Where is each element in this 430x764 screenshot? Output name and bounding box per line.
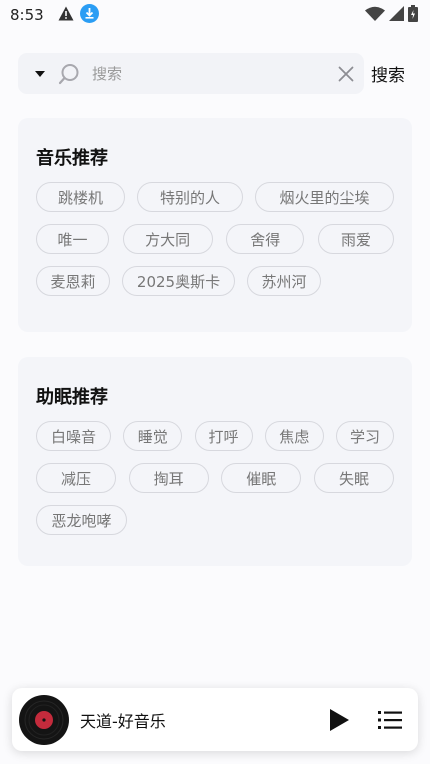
music-tag[interactable]: 雨爱 bbox=[317, 224, 394, 254]
sleep-recommend-title: 助眠推荐 bbox=[36, 387, 108, 408]
music-tag[interactable]: 麦恩莉 bbox=[36, 266, 110, 296]
search-icon bbox=[58, 63, 80, 85]
sleep-tag[interactable]: 白噪音 bbox=[36, 421, 111, 451]
music-tag-row: 唯一 方大同 舍得 雨爱 bbox=[36, 224, 394, 254]
music-tag[interactable]: 烟火里的尘埃 bbox=[255, 182, 394, 212]
battery-icon bbox=[408, 4, 418, 26]
caret-down-icon[interactable] bbox=[34, 70, 46, 78]
sleep-tag[interactable]: 减压 bbox=[36, 463, 116, 493]
sleep-tag[interactable]: 掏耳 bbox=[128, 463, 209, 493]
music-recommend-title: 音乐推荐 bbox=[36, 148, 108, 169]
search-button[interactable]: 搜索 bbox=[371, 61, 405, 86]
sleep-tag[interactable]: 失眠 bbox=[313, 463, 394, 493]
music-tag[interactable]: 唯一 bbox=[36, 224, 109, 254]
sleep-recommend-card: 助眠推荐 白噪音 睡觉 打呼 焦虑 学习 减压 掏耳 催眠 失眠 恶龙咆哮 bbox=[18, 357, 412, 566]
play-icon[interactable] bbox=[326, 707, 352, 733]
status-time: 8:53 bbox=[10, 6, 44, 24]
sleep-tag[interactable]: 催眠 bbox=[221, 463, 302, 493]
sleep-tag[interactable]: 打呼 bbox=[194, 421, 253, 451]
music-tag[interactable]: 方大同 bbox=[122, 224, 213, 254]
wifi-icon bbox=[365, 6, 385, 25]
sleep-tag[interactable]: 恶龙咆哮 bbox=[36, 505, 127, 535]
sleep-tag-row: 白噪音 睡觉 打呼 焦虑 学习 bbox=[36, 421, 394, 451]
search-box[interactable] bbox=[18, 53, 364, 94]
music-tag[interactable]: 苏州河 bbox=[247, 266, 321, 296]
now-playing-title: 天道-好音乐 bbox=[80, 711, 166, 731]
music-recommend-card: 音乐推荐 跳楼机 特别的人 烟火里的尘埃 唯一 方大同 舍得 雨爱 麦恩莉 20… bbox=[18, 118, 412, 332]
playlist-icon[interactable] bbox=[378, 708, 402, 732]
status-left: 8:53 bbox=[10, 3, 99, 27]
music-tag-row: 跳楼机 特别的人 烟火里的尘埃 bbox=[36, 182, 394, 212]
sleep-tag[interactable]: 学习 bbox=[336, 421, 394, 451]
music-tag[interactable]: 舍得 bbox=[226, 224, 305, 254]
download-badge-icon bbox=[79, 3, 99, 27]
search-input[interactable] bbox=[92, 64, 332, 83]
sleep-tag[interactable]: 睡觉 bbox=[123, 421, 183, 451]
music-tag[interactable]: 2025奥斯卡 bbox=[122, 266, 235, 296]
music-tag-row: 麦恩莉 2025奥斯卡 苏州河 bbox=[36, 266, 394, 296]
cell-signal-icon bbox=[389, 5, 404, 25]
status-bar: 8:53 bbox=[0, 0, 430, 30]
status-right bbox=[365, 4, 418, 26]
sleep-tag[interactable]: 焦虑 bbox=[264, 421, 324, 451]
music-tag[interactable]: 跳楼机 bbox=[36, 182, 125, 212]
music-tag[interactable]: 特别的人 bbox=[137, 182, 243, 212]
alert-triangle-icon bbox=[58, 6, 74, 25]
sleep-tag-row: 恶龙咆哮 bbox=[36, 505, 394, 535]
sleep-tag-row: 减压 掏耳 催眠 失眠 bbox=[36, 463, 394, 493]
search-row: 搜索 bbox=[18, 53, 413, 94]
vinyl-disc-icon[interactable] bbox=[19, 694, 69, 745]
close-icon[interactable] bbox=[338, 66, 354, 82]
mini-player[interactable]: 天道-好音乐 bbox=[12, 688, 418, 751]
